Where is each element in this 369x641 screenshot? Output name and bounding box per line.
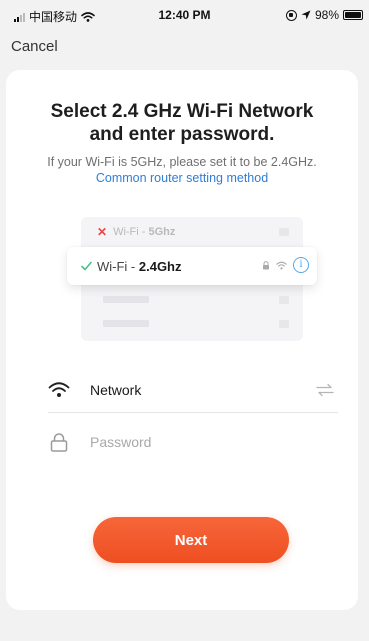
info-icon: i — [293, 257, 309, 273]
placeholder-bar — [103, 320, 149, 327]
next-button[interactable]: Next — [93, 517, 289, 563]
page-title: Select 2.4 GHz Wi-Fi Network and enter p… — [6, 100, 358, 146]
status-bar: 中国移动 12:40 PM 98% — [0, 0, 369, 30]
carrier-name: 中国移动 — [29, 10, 78, 24]
wifi-band-illustration: ✕ Wi-Fi - 5Ghz Wi-Fi - 2.4Ghz i — [67, 217, 317, 341]
instruction-text: If your Wi-Fi is 5GHz, please set it to … — [6, 154, 358, 186]
battery-fill — [345, 12, 361, 18]
network-field[interactable]: Network — [48, 368, 338, 413]
password-field — [48, 424, 338, 460]
signal-strength-icon — [14, 12, 25, 22]
wifi-24ghz-row: Wi-Fi - 2.4Ghz i — [67, 247, 317, 285]
instruction-body: If your Wi-Fi is 5GHz, please set it to … — [47, 155, 317, 169]
rotation-lock-icon — [285, 9, 297, 21]
check-icon — [81, 261, 92, 271]
network-name: Network — [90, 382, 142, 398]
placeholder-square — [279, 228, 289, 236]
wifi-icon — [81, 11, 95, 22]
location-arrow-icon — [301, 10, 311, 20]
status-left: 中国移动 — [14, 8, 95, 25]
x-icon: ✕ — [97, 225, 108, 239]
setup-card: Select 2.4 GHz Wi-Fi Network and enter p… — [6, 70, 358, 610]
wifi-icon — [48, 382, 70, 397]
title-line-2: and enter password. — [89, 124, 275, 145]
wifi-signal-icon — [276, 261, 287, 269]
status-right: 98% — [285, 8, 363, 22]
wifi-5ghz-label: Wi-Fi - 5Ghz — [113, 226, 176, 238]
placeholder-square — [279, 296, 289, 304]
swap-arrows-icon[interactable] — [316, 383, 334, 397]
wifi-5ghz-row: ✕ Wi-Fi - 5Ghz — [97, 225, 175, 239]
battery-icon — [343, 10, 363, 20]
placeholder-square — [279, 320, 289, 328]
router-setting-link[interactable]: Common router setting method — [96, 171, 268, 185]
wifi-24ghz-label: Wi-Fi - 2.4Ghz — [97, 258, 182, 274]
title-line-1: Select 2.4 GHz Wi-Fi Network — [50, 101, 314, 122]
battery-percent: 98% — [314, 8, 339, 22]
lock-icon — [263, 260, 269, 269]
cancel-button[interactable]: Cancel — [11, 38, 58, 55]
network-status-icons: i — [262, 257, 309, 273]
lock-icon — [50, 433, 68, 452]
password-input[interactable] — [90, 434, 338, 450]
placeholder-bar — [103, 296, 149, 303]
